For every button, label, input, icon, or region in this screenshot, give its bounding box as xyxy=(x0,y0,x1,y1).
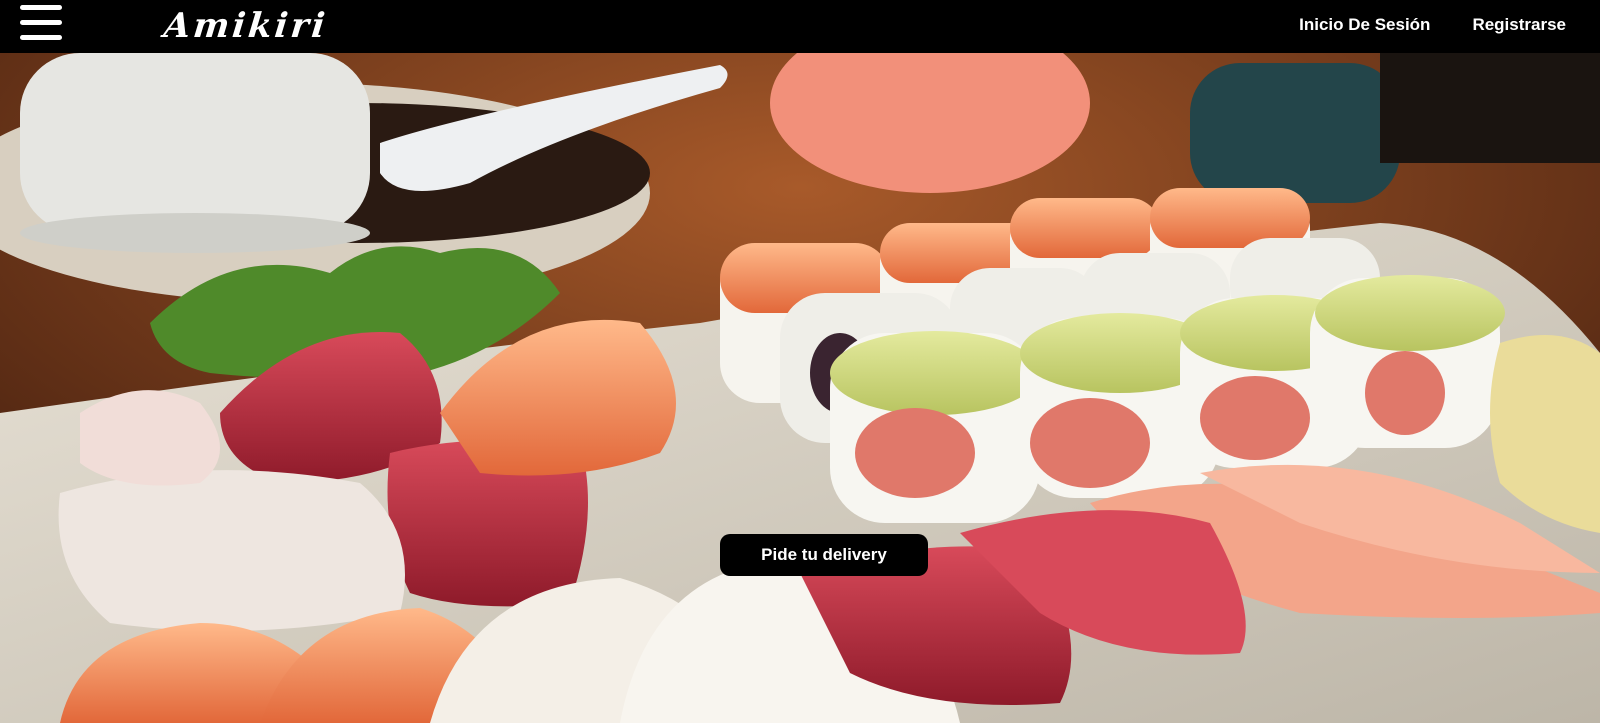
login-link[interactable]: Inicio De Sesión xyxy=(1299,15,1430,35)
sushi-platter-photo xyxy=(0,53,1600,723)
brand-logo[interactable]: Amikiri xyxy=(162,4,330,48)
hero-section: Pide tu delivery xyxy=(0,53,1600,723)
auth-nav: Inicio De Sesión Registrarse xyxy=(1299,0,1566,50)
delivery-cta-button[interactable]: Pide tu delivery xyxy=(720,534,928,576)
hamburger-menu-icon[interactable] xyxy=(20,4,64,42)
register-link[interactable]: Registrarse xyxy=(1472,15,1566,35)
top-navbar: Amikiri Inicio De Sesión Registrarse xyxy=(0,0,1600,53)
